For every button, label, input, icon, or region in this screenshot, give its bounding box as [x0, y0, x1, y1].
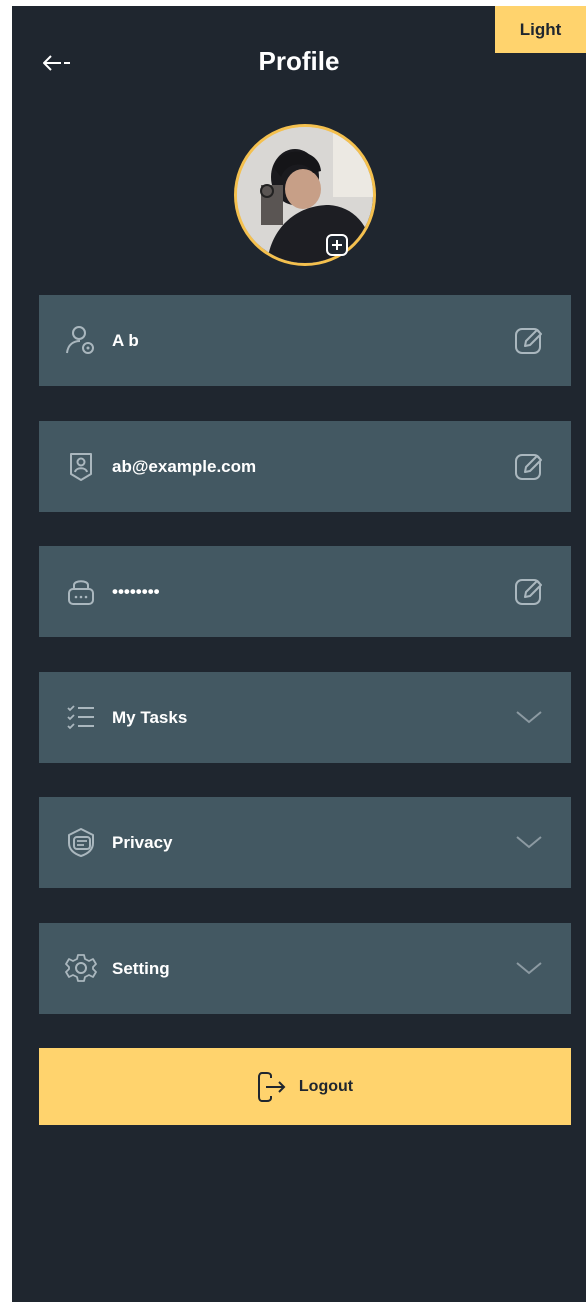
expand-privacy-button[interactable] [511, 824, 547, 860]
expand-my-tasks-button[interactable] [511, 699, 547, 735]
email-field[interactable]: ab@example.com [39, 421, 571, 512]
chevron-down-icon [516, 836, 542, 849]
password-value: •••••••• [112, 581, 160, 601]
password-field[interactable]: •••••••• [39, 546, 571, 637]
edit-email-button[interactable] [511, 448, 547, 484]
email-value: ab@example.com [112, 456, 257, 476]
section-label: Setting [112, 958, 170, 978]
logout-icon [257, 1071, 286, 1102]
section-privacy[interactable]: Privacy [39, 797, 571, 888]
name-field[interactable]: A b [39, 295, 571, 386]
profile-screen: Light Profile A b ab@example.com •••••••… [12, 6, 586, 1302]
logout-label: Logout [298, 1077, 354, 1095]
edit-icon [515, 579, 542, 605]
avatar[interactable] [234, 124, 376, 266]
user-icon [63, 322, 99, 358]
edit-icon [515, 328, 542, 354]
section-setting[interactable]: Setting [39, 923, 571, 1014]
gear-icon [63, 950, 99, 986]
add-photo-button[interactable] [326, 234, 348, 256]
edit-name-button[interactable] [511, 322, 547, 358]
section-label: My Tasks [112, 707, 188, 727]
expand-setting-button[interactable] [511, 950, 547, 986]
avatar-photo [237, 127, 373, 263]
section-my-tasks[interactable]: My Tasks [39, 672, 571, 763]
avatar-container [234, 124, 378, 268]
edit-icon [515, 454, 542, 480]
chevron-down-icon [516, 711, 542, 724]
chevron-down-icon [516, 962, 542, 975]
logout-button[interactable]: Logout [39, 1048, 571, 1125]
plus-square-icon [326, 234, 348, 256]
id-badge-icon [63, 448, 99, 484]
page-title: Profile [258, 46, 340, 76]
lock-icon [63, 573, 99, 609]
tasks-icon [63, 699, 99, 735]
section-label: Privacy [112, 832, 173, 852]
edit-password-button[interactable] [511, 573, 547, 609]
privacy-icon [63, 824, 99, 860]
name-value: A b [112, 330, 139, 350]
